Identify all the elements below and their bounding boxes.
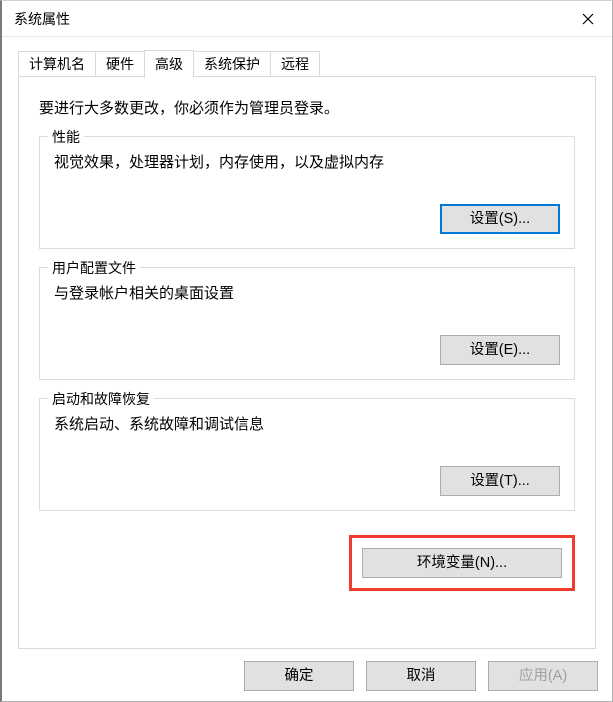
apply-button[interactable]: 应用(A) (488, 661, 598, 691)
environment-variables-button[interactable]: 环境变量(N)... (362, 548, 562, 578)
content-area: 计算机名 硬件 高级 系统保护 远程 要进行大多数更改，你必须作为管理员登录。 … (2, 37, 612, 651)
window-title: 系统属性 (14, 9, 564, 29)
tab-system-protection[interactable]: 系统保护 (194, 51, 271, 76)
performance-legend: 性能 (48, 127, 84, 147)
dialog-footer: 确定 取消 应用(A) (2, 651, 612, 701)
system-properties-window: 系统属性 计算机名 硬件 高级 系统保护 远程 要进行大多数更改，你必须作为管理… (0, 0, 613, 702)
tab-advanced[interactable]: 高级 (145, 50, 194, 78)
env-vars-row: 环境变量(N)... (39, 535, 575, 591)
user-profiles-settings-button[interactable]: 设置(E)... (440, 335, 560, 365)
tab-computer-name[interactable]: 计算机名 (18, 51, 96, 76)
admin-note: 要进行大多数更改，你必须作为管理员登录。 (39, 97, 575, 118)
tab-hardware[interactable]: 硬件 (96, 51, 145, 76)
cancel-button[interactable]: 取消 (366, 661, 476, 691)
close-button[interactable] (564, 1, 612, 37)
startup-recovery-legend: 启动和故障恢复 (48, 389, 154, 409)
performance-desc: 视觉效果，处理器计划，内存使用，以及虚拟内存 (54, 151, 560, 172)
startup-recovery-settings-button[interactable]: 设置(T)... (440, 466, 560, 496)
startup-recovery-group: 启动和故障恢复 系统启动、系统故障和调试信息 设置(T)... (39, 398, 575, 511)
ok-button[interactable]: 确定 (244, 661, 354, 691)
advanced-panel: 要进行大多数更改，你必须作为管理员登录。 性能 视觉效果，处理器计划，内存使用，… (18, 77, 596, 649)
titlebar: 系统属性 (2, 1, 612, 37)
startup-recovery-desc: 系统启动、系统故障和调试信息 (54, 413, 560, 434)
close-icon (582, 13, 594, 25)
user-profiles-group: 用户配置文件 与登录帐户相关的桌面设置 设置(E)... (39, 267, 575, 380)
user-profiles-desc: 与登录帐户相关的桌面设置 (54, 282, 560, 303)
env-vars-highlight: 环境变量(N)... (349, 535, 575, 591)
performance-settings-button[interactable]: 设置(S)... (440, 204, 560, 234)
performance-group: 性能 视觉效果，处理器计划，内存使用，以及虚拟内存 设置(S)... (39, 136, 575, 249)
tab-remote[interactable]: 远程 (271, 51, 320, 76)
user-profiles-legend: 用户配置文件 (48, 258, 140, 278)
tabstrip: 计算机名 硬件 高级 系统保护 远程 (18, 51, 596, 77)
